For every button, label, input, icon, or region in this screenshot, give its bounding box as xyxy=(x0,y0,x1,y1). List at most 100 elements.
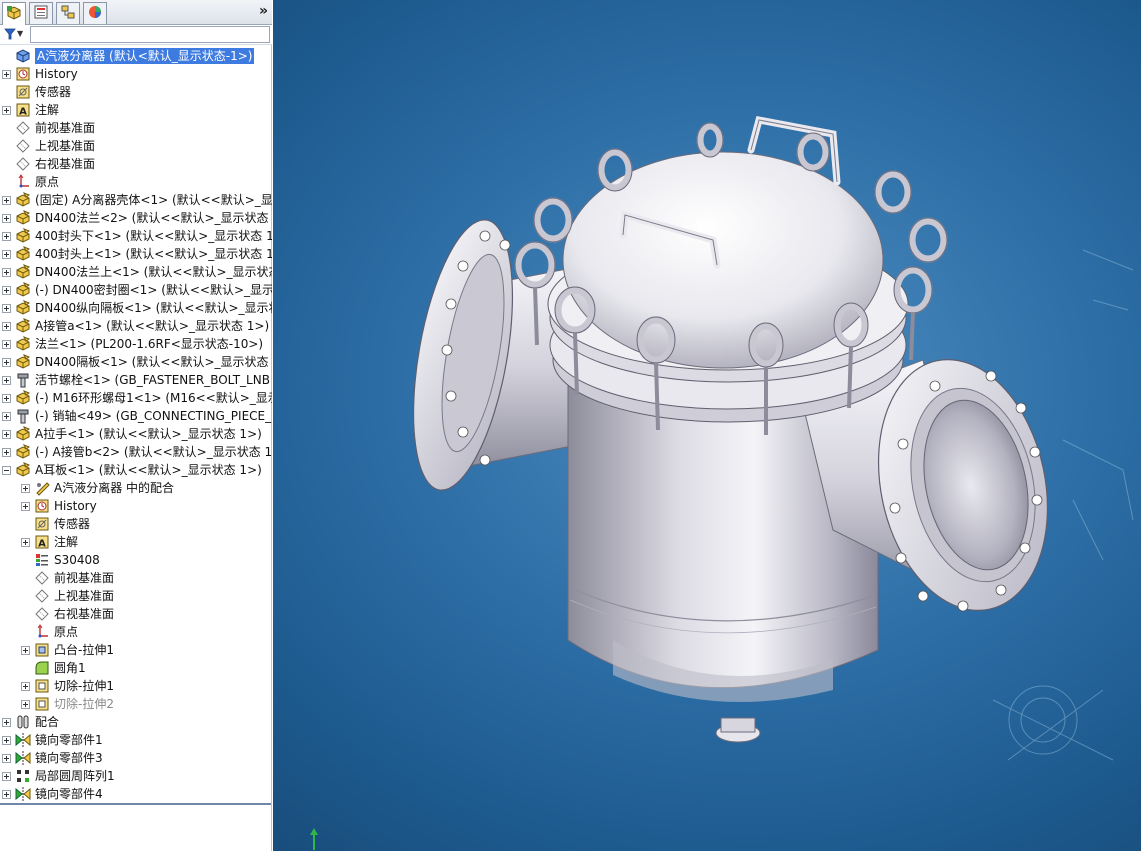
tree-item[interactable]: (固定) A分离器壳体<1> (默认<<默认>_显示 xyxy=(0,191,272,209)
part-icon xyxy=(15,282,31,298)
tree-item[interactable]: 400封头下<1> (默认<<默认>_显示状态 1> xyxy=(0,227,272,245)
expand-icon[interactable] xyxy=(21,682,30,691)
expand-icon[interactable] xyxy=(2,286,11,295)
expand-icon[interactable] xyxy=(2,358,11,367)
tree-item[interactable]: DN400法兰上<1> (默认<<默认>_显示状态 xyxy=(0,263,272,281)
filter-icon[interactable] xyxy=(4,28,16,40)
tree-item[interactable]: 上视基准面 xyxy=(0,137,272,155)
plane-icon xyxy=(15,156,31,172)
tree-item[interactable]: (-) A接管b<2> (默认<<默认>_显示状态 1> xyxy=(0,443,272,461)
history-icon xyxy=(34,498,50,514)
configurationmanager-tab[interactable] xyxy=(56,2,80,24)
tree-item[interactable]: 活节螺栓<1> (GB_FASTENER_BOLT_LNB I xyxy=(0,371,272,389)
expand-icon[interactable] xyxy=(2,412,11,421)
expand-icon[interactable] xyxy=(2,376,11,385)
tree-item[interactable]: A接管a<1> (默认<<默认>_显示状态 1>) xyxy=(0,317,272,335)
tree-item-label: 切除-拉伸2 xyxy=(54,697,114,711)
expand-icon[interactable] xyxy=(2,736,11,745)
tree-item[interactable]: 镜向零部件1 xyxy=(0,731,272,749)
tree-item[interactable]: 镜向零部件3 xyxy=(0,749,272,767)
tree-item[interactable]: History xyxy=(0,497,272,515)
expand-icon[interactable] xyxy=(2,304,11,313)
expand-icon[interactable] xyxy=(2,448,11,457)
tree-item[interactable]: A 注解 xyxy=(0,101,272,119)
toolbox-icon xyxy=(15,372,31,388)
expand-icon[interactable] xyxy=(21,700,30,709)
expand-icon[interactable] xyxy=(2,70,11,79)
tree-item[interactable]: 右视基准面 xyxy=(0,155,272,173)
expand-icon[interactable] xyxy=(21,538,30,547)
tree-item[interactable]: 传感器 xyxy=(0,515,272,533)
expand-icon[interactable] xyxy=(2,718,11,727)
tree-item[interactable]: 镜向零部件4 xyxy=(0,785,272,803)
expand-icon[interactable] xyxy=(2,430,11,439)
tree-item[interactable]: 传感器 xyxy=(0,83,272,101)
filter-dropdown-arrow[interactable]: ▼ xyxy=(17,29,23,38)
tree-item[interactable]: 上视基准面 xyxy=(0,587,272,605)
expand-icon[interactable] xyxy=(2,340,11,349)
tree-filter-input[interactable] xyxy=(30,26,270,43)
tree-item[interactable]: 400封头上<1> (默认<<默认>_显示状态 1> xyxy=(0,245,272,263)
tree-item[interactable]: (-) DN400密封圈<1> (默认<<默认>_显示状 xyxy=(0,281,272,299)
expand-icon[interactable] xyxy=(2,322,11,331)
tree-item[interactable]: 右视基准面 xyxy=(0,605,272,623)
graphics-viewport[interactable] xyxy=(273,0,1141,851)
part-icon xyxy=(15,192,31,208)
tree-item[interactable]: S30408 xyxy=(0,551,272,569)
expand-icon[interactable] xyxy=(2,250,11,259)
tree-item-label: 局部圆周阵列1 xyxy=(35,769,115,783)
tree-item[interactable]: History xyxy=(0,65,272,83)
tree-item[interactable]: A 注解 xyxy=(0,533,272,551)
expand-icon[interactable] xyxy=(2,268,11,277)
collapse-icon[interactable] xyxy=(2,466,11,475)
featuremanager-tab[interactable] xyxy=(2,2,26,25)
tree-item[interactable]: 切除-拉伸2 xyxy=(0,695,272,713)
expand-icon[interactable] xyxy=(21,484,30,493)
cut-extrude-icon xyxy=(34,696,50,712)
tree-item[interactable]: A汽液分离器 (默认<默认_显示状态-1>) xyxy=(0,47,272,65)
plane-icon xyxy=(34,606,50,622)
tree-item-label: S30408 xyxy=(54,553,100,567)
tree-item[interactable]: 配合 xyxy=(0,713,272,731)
tree-item[interactable]: DN400隔板<1> (默认<<默认>_显示状态 1 xyxy=(0,353,272,371)
tree-item-label: (-) M16环形螺母1<1> (M16<<默认>_显示 xyxy=(35,391,272,405)
tree-item[interactable]: 原点 xyxy=(0,173,272,191)
more-tabs-button[interactable]: » xyxy=(259,3,268,19)
tree-item[interactable]: DN400纵向隔板<1> (默认<<默认>_显示状 xyxy=(0,299,272,317)
tree-item[interactable]: 原点 xyxy=(0,623,272,641)
part-icon xyxy=(15,426,31,442)
tree-item-label: 活节螺栓<1> (GB_FASTENER_BOLT_LNB I xyxy=(35,373,272,387)
tree-item[interactable]: 凸台-拉伸1 xyxy=(0,641,272,659)
expand-icon[interactable] xyxy=(2,394,11,403)
separator-3d-model xyxy=(310,115,1134,850)
expand-icon[interactable] xyxy=(2,106,11,115)
tree-item[interactable]: 前视基准面 xyxy=(0,569,272,587)
tree-item[interactable]: A拉手<1> (默认<<默认>_显示状态 1>) xyxy=(0,425,272,443)
tree-item-label: 400封头上<1> (默认<<默认>_显示状态 1> xyxy=(35,247,272,261)
expand-icon[interactable] xyxy=(2,214,11,223)
view-triad xyxy=(310,828,318,850)
tree-item[interactable]: 法兰<1> (PL200-1.6RF<显示状态-10>) xyxy=(0,335,272,353)
tree-item[interactable]: 局部圆周阵列1 xyxy=(0,767,272,785)
mates-in-icon xyxy=(34,480,50,496)
tree-item[interactable]: 切除-拉伸1 xyxy=(0,677,272,695)
expand-icon[interactable] xyxy=(2,196,11,205)
expand-icon[interactable] xyxy=(21,646,30,655)
expand-icon[interactable] xyxy=(2,790,11,799)
expand-icon[interactable] xyxy=(2,772,11,781)
expand-icon[interactable] xyxy=(21,502,30,511)
expand-icon[interactable] xyxy=(2,232,11,241)
displaymanager-tab[interactable] xyxy=(83,2,107,24)
tree-item[interactable]: A汽液分离器 中的配合 xyxy=(0,479,272,497)
tree-item-label: DN400法兰上<1> (默认<<默认>_显示状态 xyxy=(35,265,272,279)
tree-item[interactable]: A耳板<1> (默认<<默认>_显示状态 1>) xyxy=(0,461,272,479)
manager-tab-bar: » xyxy=(0,0,272,25)
tree-item[interactable]: DN400法兰<2> (默认<<默认>_显示状态 1 xyxy=(0,209,272,227)
tree-item[interactable]: (-) 销轴<49> (GB_CONNECTING_PIECE_P xyxy=(0,407,272,425)
propertymanager-tab[interactable] xyxy=(29,2,53,24)
expand-icon[interactable] xyxy=(2,754,11,763)
tree-item[interactable]: (-) M16环形螺母1<1> (M16<<默认>_显示 xyxy=(0,389,272,407)
tree-item[interactable]: 前视基准面 xyxy=(0,119,272,137)
tree-item[interactable]: 圆角1 xyxy=(0,659,272,677)
plane-icon xyxy=(34,570,50,586)
